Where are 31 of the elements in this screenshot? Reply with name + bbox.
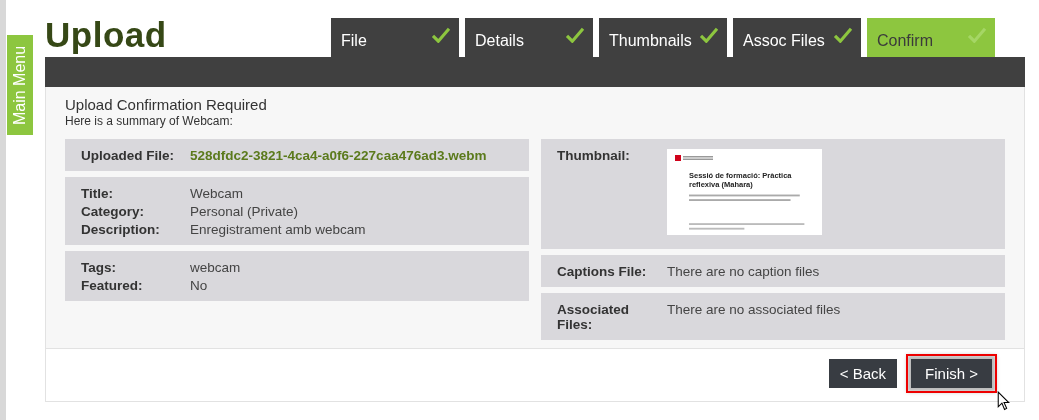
- field-value: Enregistrament amb webcam: [190, 222, 367, 237]
- step-tab[interactable]: File: [331, 18, 459, 57]
- check-icon: [699, 26, 719, 43]
- step-tab[interactable]: Thumbnails: [599, 18, 727, 57]
- check-icon: [967, 26, 987, 43]
- page-title: Upload: [45, 15, 168, 56]
- nav-button[interactable]: < Back: [828, 358, 898, 388]
- field-label: Title:: [81, 186, 114, 201]
- check-icon: [565, 26, 585, 43]
- field-label: Tags:: [81, 260, 117, 275]
- field-label: Category:: [81, 204, 145, 219]
- field-value: webcam: [190, 260, 242, 275]
- subheading: Here is a summary of Webcam:: [65, 114, 234, 128]
- field-value: There are no associated files: [667, 302, 842, 319]
- step-tab[interactable]: Assoc Files: [733, 18, 861, 57]
- field-label: Associated Files:: [557, 302, 631, 332]
- field-label: Uploaded File:: [81, 148, 175, 163]
- check-icon: [431, 26, 451, 43]
- field-value: There are no caption files: [667, 264, 821, 279]
- field-value: Webcam: [190, 186, 245, 201]
- logo-icon: [675, 155, 715, 161]
- step-tab[interactable]: Confirm: [867, 18, 995, 57]
- step-tab[interactable]: Details: [465, 18, 593, 57]
- field-label: Captions File:: [557, 264, 648, 279]
- check-icon: [833, 26, 853, 43]
- field-label: Featured:: [81, 278, 144, 293]
- field-label: Description:: [81, 222, 161, 237]
- heading: Upload Confirmation Required: [65, 96, 268, 113]
- field-value: No: [190, 278, 209, 293]
- field-label: Thumbnail:: [557, 148, 631, 165]
- field-value: Personal (Private): [190, 204, 300, 219]
